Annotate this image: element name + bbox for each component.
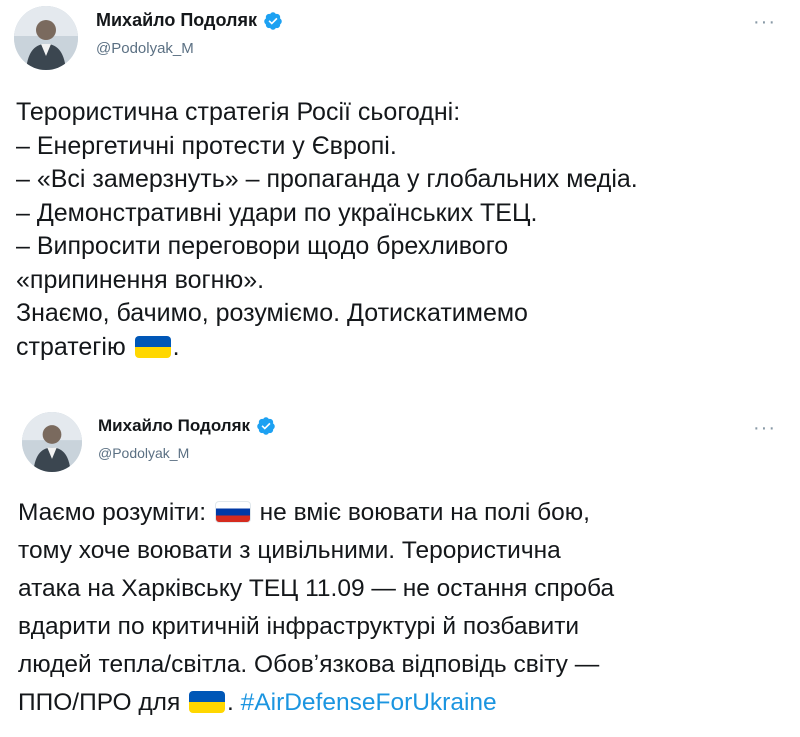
flag-ukraine-icon	[189, 691, 226, 713]
tweet-line: ППО/ПРО для . #AirDefenseForUkraine	[18, 684, 786, 722]
avatar[interactable]	[22, 412, 82, 472]
flag-russia-icon	[214, 501, 251, 523]
tweet-header: Михайло Подоляк @Podolyak_M ···	[0, 400, 800, 480]
tweet-line: – «Всі замерзнуть» – пропаганда у глобал…	[16, 165, 638, 193]
verified-badge-icon	[256, 416, 276, 436]
verified-badge-icon	[263, 11, 283, 31]
tweet-line: – Демонстративні удари по українських ТЕ…	[16, 198, 538, 227]
flag-ukraine-icon	[134, 335, 171, 358]
tweet-text: Маємо розуміти: не вміє воювати на полі …	[18, 494, 786, 722]
tweet-line: Знаємо, бачимо, розуміємо. Дотискатимемо	[16, 299, 528, 327]
tweet-line: «припинення вогню».	[16, 265, 265, 294]
author-name[interactable]: Михайло Подоляк	[96, 10, 257, 31]
tweet-line: вдарити по критичній інфраструктурі й по…	[18, 613, 580, 640]
tweet-line: людей тепла/світла. Обовʼязкова відповід…	[18, 651, 600, 678]
person-avatar-icon	[22, 412, 82, 472]
more-options-icon[interactable]: ···	[753, 418, 776, 438]
author-handle[interactable]: @Podolyak_M	[96, 40, 194, 57]
author-handle[interactable]: @Podolyak_M	[98, 445, 189, 461]
author-name-row: Михайло Подоляк	[98, 416, 276, 436]
tweet-line: Маємо розуміти: не вміє воювати на полі …	[18, 494, 786, 532]
tweet-line-part: ППО/ПРО для	[18, 689, 181, 716]
avatar[interactable]	[14, 6, 78, 70]
hashtag-link[interactable]: #AirDefenseForUkraine	[241, 689, 497, 716]
person-avatar-icon	[14, 6, 78, 70]
tweet-line-part: не вміє воювати на полі бою,	[259, 499, 590, 526]
tweet-line: – Випросити переговори щодо брехливого	[16, 232, 509, 260]
more-options-icon[interactable]: ···	[753, 12, 776, 32]
tweet-header: Михайло Подоляк @Podolyak_M ···	[0, 0, 800, 80]
author-name[interactable]: Михайло Подоляк	[98, 416, 250, 436]
tweet-line-part: .	[227, 689, 234, 716]
tweet-line: тому хоче воювати з цивільними. Терорист…	[18, 537, 561, 564]
tweet-text: Терористична стратегія Росії сьогодні: –…	[16, 96, 786, 364]
tweet-line: атака на Харківську ТЕЦ 11.09 — не остан…	[18, 575, 615, 602]
tweet-line: Терористична стратегія Росії сьогодні:	[16, 98, 461, 126]
tweet-2: Михайло Подоляк @Podolyak_M ··· Маємо ро…	[0, 400, 800, 737]
tweet-line: стратегію .	[16, 331, 786, 365]
tweet-line: – Енергетичні протести у Європі.	[16, 131, 397, 160]
tweet-line-part: Маємо розуміти:	[18, 499, 206, 526]
tweet-line-part: .	[172, 332, 180, 361]
tweet-1: Михайло Подоляк @Podolyak_M ··· Терорист…	[0, 0, 800, 400]
tweet-line-part: стратегію	[16, 332, 126, 361]
author-name-row: Михайло Подоляк	[96, 10, 283, 31]
